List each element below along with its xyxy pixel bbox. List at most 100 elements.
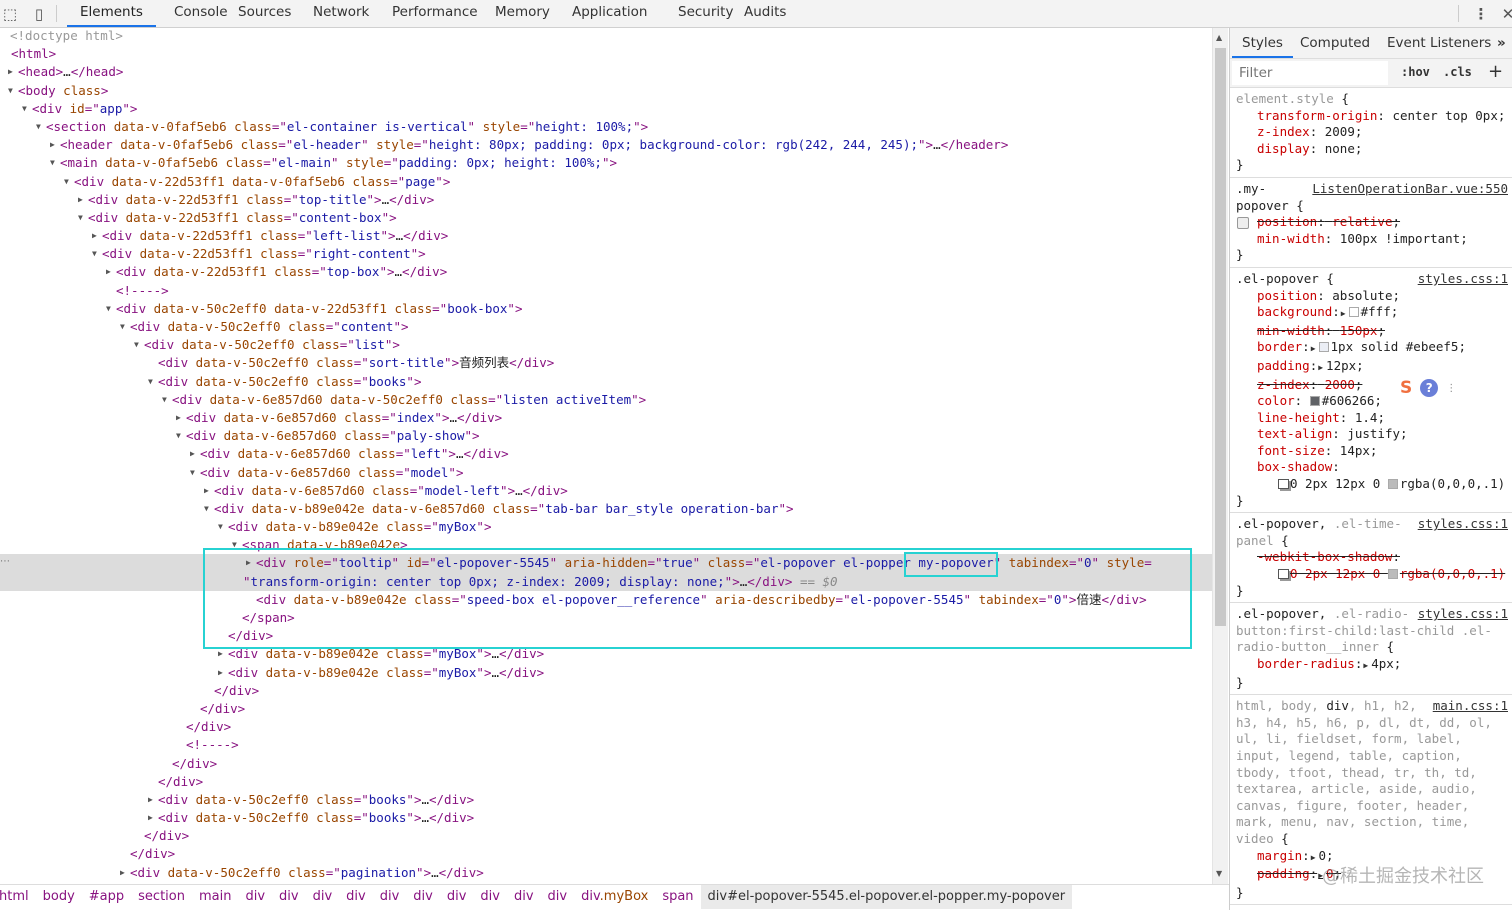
expand-arrow-icon[interactable]: ▼ [148,373,158,391]
dom-node-line[interactable]: </div> [0,627,1212,645]
style-property[interactable]: position: absolute; [1236,288,1508,305]
dom-node-line[interactable]: ▼ <main data-v-0faf5eb6 class="el-main" s… [0,154,1212,172]
breadcrumb-item[interactable]: div.myBox [574,885,655,909]
dom-node-line[interactable]: ▶ <div data-v-b89e042e class="myBox" > …</d… [0,664,1212,682]
property-value[interactable]: 1.4 [1355,410,1378,425]
breadcrumb-item[interactable]: div [272,885,306,909]
dom-node-line[interactable]: ▼ <div data-v-50c2eff0 class="books"> [0,373,1212,391]
breadcrumb-item[interactable]: div [473,885,507,909]
property-value[interactable]: 150px [1340,323,1378,338]
styles-filter-input[interactable] [1232,61,1388,85]
expand-arrow-icon[interactable]: ▼ [232,536,242,554]
color-swatch[interactable] [1309,396,1320,407]
expand-arrow-icon[interactable]: ▼ [162,391,172,409]
dom-node-line[interactable]: ▼ <div data-v-22d53ff1 class="content-box… [0,209,1212,227]
breadcrumb-item[interactable]: div [541,885,575,909]
dom-node-line[interactable]: ▶ <div data-v-6e857d60 class="model-left"… [0,482,1212,500]
color-swatch[interactable] [1387,479,1398,490]
tab-network[interactable]: Network [300,0,382,27]
collapse-arrow-icon[interactable]: ▶ [246,554,256,572]
style-property[interactable]: background:▶ #fff; [1236,304,1508,323]
dom-node-line[interactable]: ▶ <head>…</head> [0,63,1212,81]
color-swatch[interactable] [1387,569,1398,580]
dom-node-line[interactable]: ▶ <div data-v-22d53ff1 class="left-list">… [0,227,1212,245]
property-name[interactable]: position [1257,288,1317,303]
property-name[interactable]: display [1257,141,1310,156]
property-value[interactable]: 0 2px 12px 0 [1290,476,1388,491]
dom-node-line[interactable]: ▶ <div data-v-6e857d60 class="index" > …</d… [0,409,1212,427]
expand-arrow-icon[interactable]: ▼ [204,500,214,518]
expand-arrow-icon[interactable]: ▼ [190,464,200,482]
tab-event-listeners[interactable]: Event Listeners [1377,28,1501,58]
dom-node-line[interactable]: <div data-v-50c2eff0 class="sort-title">… [0,354,1212,372]
dom-node-line[interactable]: ▼ <div data-v-50c2eff0 class="content"> [0,318,1212,336]
property-value[interactable]: none [1325,141,1355,156]
dom-node-line[interactable]: ▼ <span data-v-b89e042e> [0,536,1212,554]
property-value[interactable]: 14px [1340,443,1370,458]
shadow-editor-icon[interactable] [1278,479,1289,490]
breadcrumb-item[interactable]: span [655,885,700,909]
property-name[interactable]: min-width [1257,231,1325,246]
breadcrumb-item[interactable]: div [373,885,407,909]
breadcrumb-item[interactable]: section [131,885,192,909]
breadcrumb-item[interactable]: #app [82,885,131,909]
tab-sources[interactable]: Sources [225,0,304,27]
color-swatch[interactable] [1318,342,1329,353]
property-value[interactable]: 0 2px 12px 0 [1290,566,1388,581]
more-options-icon[interactable]: ⋮ [1471,4,1491,24]
expand-arrow-icon[interactable]: ▼ [176,427,186,445]
dom-node-line[interactable]: <!doctype html> [0,27,1212,45]
property-name[interactable]: padding [1257,866,1310,881]
property-value[interactable]: center top 0px [1392,108,1497,123]
style-property[interactable]: font-size: 14px; [1236,443,1508,460]
expand-arrow-icon[interactable]: ▼ [106,300,116,318]
dom-node-line[interactable]: ▶ <div data-v-50c2eff0 class="books" > …</d… [0,809,1212,827]
expand-shorthand-icon[interactable]: ▶ [1341,309,1346,318]
scroll-up-icon[interactable]: ▲ [1216,33,1222,42]
shadow-editor-icon[interactable] [1278,569,1289,580]
property-name[interactable]: padding [1257,358,1310,373]
property-value[interactable]: 1px solid #ebeef5 [1331,339,1459,354]
dom-node-line[interactable]: </div> [0,827,1212,845]
breadcrumb-item[interactable]: div [306,885,340,909]
breadcrumb-item[interactable]: div [507,885,541,909]
collapse-arrow-icon[interactable]: ▶ [218,664,228,682]
expand-arrow-icon[interactable]: ▼ [64,173,74,191]
expand-arrow-icon[interactable]: ▼ [218,518,228,536]
property-name[interactable]: font-size [1257,443,1325,458]
dom-node-line[interactable]: ▶ <div data-v-22d53ff1 class="top-box">…<… [0,263,1212,281]
expand-shorthand-icon[interactable]: ▶ [1318,363,1323,372]
property-name[interactable]: color [1257,393,1295,408]
style-property[interactable]: line-height: 1.4; [1236,410,1508,427]
hover-state-button[interactable]: :hov [1401,65,1430,79]
style-property[interactable]: min-width: 150px; [1236,323,1508,340]
expand-arrow-icon[interactable]: ▼ [36,118,46,136]
dom-node-line[interactable]: ▶ <div data-v-6e857d60 class="left">…</di… [0,445,1212,463]
style-property[interactable]: margin:▶ 0; [1236,848,1508,867]
property-name[interactable]: text-align [1257,426,1332,441]
breadcrumb-item[interactable]: div [406,885,440,909]
property-name[interactable]: z-index [1257,377,1310,392]
property-value[interactable]: 100px !important [1340,231,1460,246]
more-tabs-icon[interactable]: » [1487,28,1512,58]
style-property[interactable]: position: relative; [1236,214,1508,231]
rule-source-link[interactable]: main.css:1 [1433,698,1508,715]
breadcrumb-item[interactable]: div [238,885,272,909]
sogou-ime-icon[interactable]: S [1400,378,1412,398]
property-value[interactable]: relative [1332,214,1392,229]
property-value[interactable]: 0 [1319,848,1327,863]
dom-node-line[interactable]: </div> [0,755,1212,773]
dom-node-line[interactable]: ▼ <div data-v-6e857d60 class="paly-show"> [0,427,1212,445]
help-icon[interactable]: ? [1420,379,1439,397]
property-value[interactable]: absolute [1332,288,1392,303]
dom-node-line[interactable]: ▼ <div data-v-6e857d60 class="model"> [0,464,1212,482]
breadcrumb-item[interactable]: div [440,885,474,909]
property-checkbox[interactable] [1237,217,1249,230]
class-toggle-button[interactable]: .cls [1443,65,1472,79]
new-style-rule-button[interactable]: + [1488,61,1503,82]
dom-node-line[interactable]: ▼ <div data-v-50c2eff0 data-v-22d53ff1 cl… [0,300,1212,318]
expand-shorthand-icon[interactable]: ▶ [1363,661,1368,670]
expand-arrow-icon[interactable]: ▼ [134,336,144,354]
ime-menu-icon[interactable]: ⋮ [1446,383,1456,394]
property-value[interactable]: #fff [1361,304,1391,319]
